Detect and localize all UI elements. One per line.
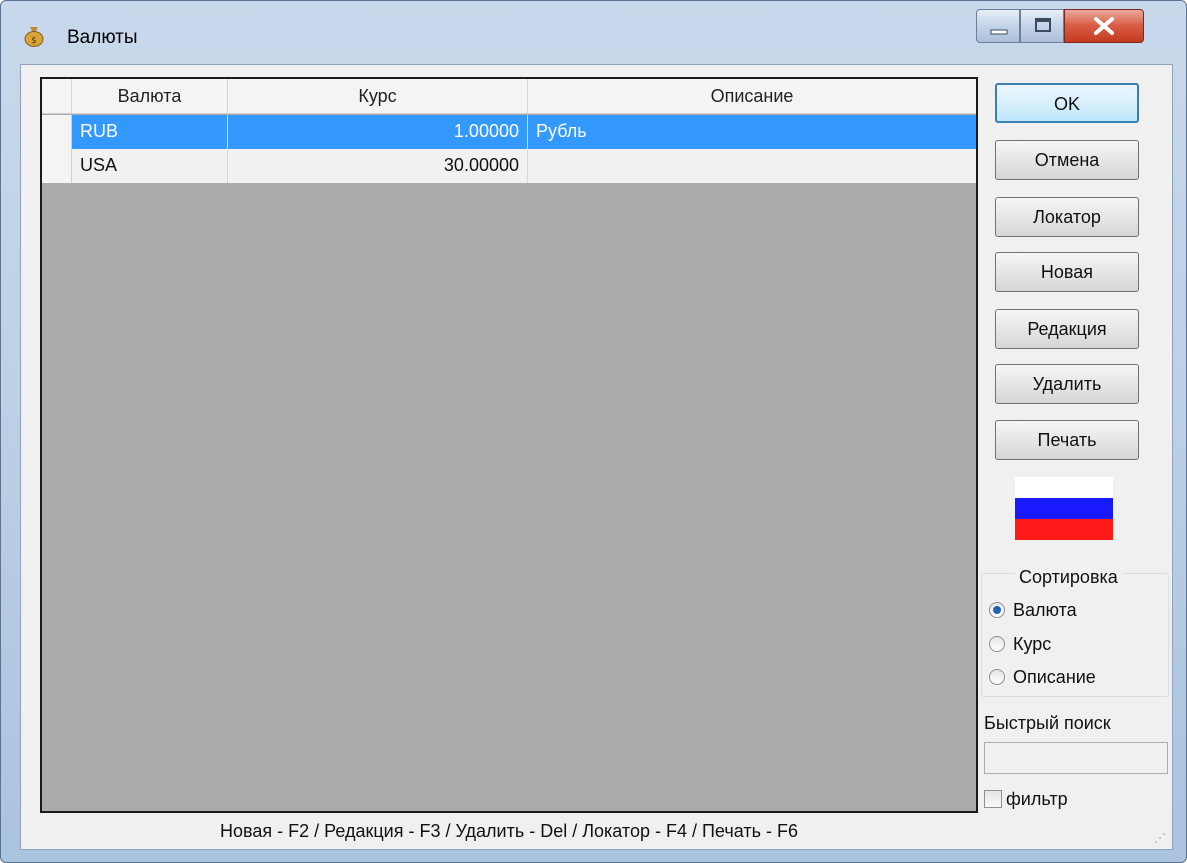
maximize-icon [1035, 18, 1051, 32]
minimize-button[interactable] [976, 9, 1020, 43]
ok-button[interactable]: OK [995, 83, 1139, 123]
cell-description: Рубль [536, 121, 587, 141]
quick-search-label: Быстрый поиск [984, 713, 1111, 733]
title-bar[interactable]: $ Валюты [1, 1, 1186, 61]
cell-currency: RUB [72, 115, 228, 149]
close-icon [1094, 17, 1114, 35]
currencies-window: $ Валюты Валюта Курс Описание RUB 1.0000… [0, 0, 1187, 863]
cell-rate: 1.00000 [228, 115, 528, 149]
money-bag-icon: $ [24, 27, 44, 47]
cell-rate: 30.00000 [228, 149, 528, 183]
edit-button[interactable]: Редакция [995, 309, 1139, 349]
maximize-button[interactable] [1020, 9, 1064, 43]
dialog-client-area: Валюта Курс Описание RUB 1.00000 Рубль U… [20, 64, 1173, 850]
checkbox-icon [984, 790, 1002, 808]
filter-checkbox[interactable]: фильтр [984, 789, 1068, 810]
table-row[interactable]: RUB 1.00000 Рубль [42, 115, 976, 149]
russian-flag-icon [1015, 477, 1113, 540]
radio-selected-icon [989, 602, 1005, 618]
currency-grid[interactable]: Валюта Курс Описание RUB 1.00000 Рубль U… [40, 77, 978, 813]
radio-unselected-icon [989, 669, 1005, 685]
resize-grip-icon[interactable]: ⋰ [1154, 831, 1168, 845]
flag-stripe-white [1015, 477, 1113, 498]
new-button[interactable]: Новая [995, 252, 1139, 292]
sort-radio-rate[interactable]: Курс [989, 634, 1051, 655]
radio-label: Описание [1013, 667, 1096, 687]
minimize-icon [990, 29, 1008, 35]
radio-label: Валюта [1013, 600, 1077, 620]
row-indicator-header [42, 79, 72, 113]
print-button[interactable]: Печать [995, 420, 1139, 460]
cell-description [528, 149, 976, 183]
quick-search-input[interactable] [984, 742, 1168, 774]
close-button[interactable] [1064, 9, 1144, 43]
sort-radio-description[interactable]: Описание [989, 667, 1096, 688]
shortcut-hint: Новая - F2 / Редакция - F3 / Удалить - D… [220, 821, 798, 841]
row-indicator [42, 115, 72, 149]
svg-text:$: $ [31, 36, 37, 46]
sort-radio-currency[interactable]: Валюта [989, 600, 1077, 621]
column-header-rate[interactable]: Курс [228, 79, 528, 113]
cancel-button[interactable]: Отмена [995, 140, 1139, 180]
column-header-currency[interactable]: Валюта [72, 79, 228, 113]
filter-label: фильтр [1006, 789, 1068, 809]
table-row[interactable]: USA 30.00000 [42, 149, 976, 183]
delete-button[interactable]: Удалить [995, 364, 1139, 404]
column-header-description[interactable]: Описание [528, 79, 976, 113]
locator-button[interactable]: Локатор [995, 197, 1139, 237]
row-indicator [42, 149, 72, 183]
radio-unselected-icon [989, 636, 1005, 652]
flag-stripe-red [1015, 519, 1113, 540]
cell-currency: USA [72, 149, 228, 183]
grid-header: Валюта Курс Описание [42, 79, 976, 114]
radio-label: Курс [1013, 634, 1052, 654]
sort-group-title: Сортировка [1015, 567, 1122, 588]
flag-stripe-blue [1015, 498, 1113, 519]
window-title: Валюты [67, 27, 138, 48]
